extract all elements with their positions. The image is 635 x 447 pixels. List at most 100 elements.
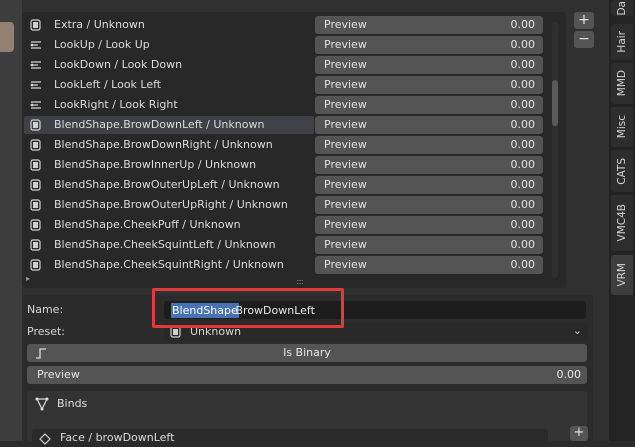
tab-label: CATS (616, 157, 628, 185)
bind-item[interactable]: Face / browDownLeft (32, 429, 548, 447)
shape-name-cell[interactable]: BlendShape.BrowInnerUp / Unknown (24, 156, 314, 174)
shape-preview-value: 0.00 (510, 138, 536, 151)
shape-preview-value: 0.00 (510, 18, 536, 31)
shape-preview-label: Preview (324, 118, 367, 131)
binds-section: Binds Face / browDownLeft + (27, 391, 588, 447)
shape-label: BlendShape.CheekSquintLeft / Unknown (54, 238, 276, 251)
tab-label: Misc (616, 115, 628, 139)
shape-preview-slider[interactable]: Preview 0.00 (315, 216, 543, 234)
shape-preview-slider[interactable]: Preview 0.00 (315, 136, 543, 154)
shape-name-cell[interactable]: BlendShape.BrowOuterUpLeft / Unknown (24, 176, 314, 194)
shape-preview-label: Preview (324, 178, 367, 191)
expand-arrow-icon[interactable]: ▸ (26, 274, 30, 283)
shape-list-row[interactable]: BlendShape.BrowDownLeft / Unknown Preview… (22, 115, 566, 135)
shape-preview-value: 0.00 (510, 218, 536, 231)
shape-name-cell[interactable]: BlendShape.BrowDownLeft / Unknown (24, 116, 314, 134)
shape-name-cell[interactable]: BlendShape.BrowOuterUpRight / Unknown (24, 196, 314, 214)
shape-list-row[interactable]: BlendShape.CheekSquintLeft / Unknown Prev… (22, 235, 566, 255)
shape-name-cell[interactable]: BlendShape.CheekSquintRight / Unknown (24, 256, 314, 274)
shape-label: BlendShape.BrowOuterUpLeft / Unknown (54, 178, 280, 191)
shape-name-cell[interactable]: BlendShape.BrowDownRight / Unknown (24, 136, 314, 154)
shape-name-cell[interactable]: LookDown / Look Down (24, 56, 314, 74)
shape-preview-label: Preview (324, 38, 367, 51)
preset-value: Unknown (190, 325, 242, 338)
shape-list-row[interactable]: BlendShape.BrowOuterUpRight / Unknown Pre… (22, 195, 566, 215)
shape-list-row[interactable]: BlendShape.BrowDownRight / Unknown Previe… (22, 135, 566, 155)
shape-label: LookDown / Look Down (54, 58, 183, 71)
name-field[interactable]: BlendShape .BrowDownLeft (164, 301, 586, 319)
shape-list-row[interactable]: LookRight / Look Right Preview 0.00 (22, 95, 566, 115)
preview-slider-value: 0.00 (556, 368, 582, 381)
preview-slider-label: Preview (37, 368, 80, 381)
name-label: Name: (27, 303, 64, 316)
tab-label: MMD (616, 70, 628, 97)
shape-preview-slider[interactable]: Preview 0.00 (315, 116, 543, 134)
shape-preview-slider[interactable]: Preview 0.00 (315, 16, 543, 34)
tab-vmc4b[interactable]: VMC4B (611, 195, 633, 251)
shape-preview-slider[interactable]: Preview 0.00 (315, 256, 543, 274)
tab-label: Hair (616, 31, 628, 53)
viewport-object-fragment (0, 22, 14, 52)
shape-preview-slider[interactable]: Preview 0.00 (315, 96, 543, 114)
shape-preview-label: Preview (324, 158, 367, 171)
shape-preview-slider[interactable]: Preview 0.00 (315, 176, 543, 194)
blendshape-list[interactable]: ▸ :::: Extra / Unknown Preview 0.00 LookUp … (22, 12, 566, 288)
list-resize-grip[interactable]: :::: (296, 277, 308, 286)
shape-preview-slider[interactable]: Preview 0.00 (315, 76, 543, 94)
shape-name-cell[interactable]: BlendShape.CheekSquintLeft / Unknown (24, 236, 314, 254)
shape-list-row[interactable]: Extra / Unknown Preview 0.00 (22, 15, 566, 35)
shape-preview-value: 0.00 (510, 258, 536, 271)
shape-preview-slider[interactable]: Preview 0.00 (315, 196, 543, 214)
tab-hair[interactable]: Hair (611, 24, 633, 60)
shape-name-cell[interactable]: LookUp / Look Up (24, 36, 314, 54)
shape-label: BlendShape.BrowDownLeft / Unknown (54, 118, 265, 131)
shape-preview-label: Preview (324, 98, 367, 111)
shape-preview-slider[interactable]: Preview 0.00 (315, 236, 543, 254)
shape-preview-label: Preview (324, 238, 367, 251)
3d-viewport-edge[interactable] (0, 0, 22, 441)
tab-cats[interactable]: CATS (611, 150, 633, 192)
shape-list-row[interactable]: LookUp / Look Up Preview 0.00 (22, 35, 566, 55)
shape-preview-value: 0.00 (510, 178, 536, 191)
tab-misc[interactable]: Misc (611, 107, 633, 147)
remove-shape-button[interactable]: − (574, 31, 594, 48)
is-binary-label: Is Binary (283, 346, 331, 359)
shape-name-cell[interactable]: BlendShape.CheekPuff / Unknown (24, 216, 314, 234)
shape-label: BlendShape.BrowDownRight / Unknown (54, 138, 273, 151)
shape-preview-slider[interactable]: Preview 0.00 (315, 56, 543, 74)
shape-preview-label: Preview (324, 218, 367, 231)
add-bind-button[interactable]: + (570, 426, 588, 441)
shape-name-cell[interactable]: LookRight / Look Right (24, 96, 314, 114)
shape-preview-value: 0.00 (510, 238, 536, 251)
shape-list-row[interactable]: BlendShape.BrowOuterUpLeft / Unknown Prev… (22, 175, 566, 195)
shape-preview-value: 0.00 (510, 58, 536, 71)
shape-preview-slider[interactable]: Preview 0.00 (315, 156, 543, 174)
shape-label: LookLeft / Look Left (54, 78, 162, 91)
sidebar-tabs: Da Hair MMD Misc CATS VMC4B VRM (609, 0, 635, 441)
add-shape-button[interactable]: + (574, 12, 594, 29)
shape-list-row[interactable]: LookLeft / Look Left Preview 0.00 (22, 75, 566, 95)
shape-list-row[interactable]: BlendShape.CheekSquintRight / Unknown Pre… (22, 255, 566, 275)
shape-label: BlendShape.BrowInnerUp / Unknown (54, 158, 257, 171)
shape-label: LookUp / Look Up (54, 38, 150, 51)
shape-preview-label: Preview (324, 58, 367, 71)
preview-slider[interactable]: Preview 0.00 (27, 366, 587, 384)
tab-vrm[interactable]: VRM (611, 255, 633, 295)
is-binary-toggle[interactable]: Is Binary (27, 344, 587, 362)
shape-preview-slider[interactable]: Preview 0.00 (315, 36, 543, 54)
shape-list-row[interactable]: BlendShape.BrowInnerUp / Unknown Preview 0… (22, 155, 566, 175)
shape-name-cell[interactable]: Extra / Unknown (24, 16, 314, 34)
shape-list-row[interactable]: BlendShape.CheekPuff / Unknown Preview 0.0… (22, 215, 566, 235)
shape-preview-value: 0.00 (510, 78, 536, 91)
shape-label: BlendShape.CheekPuff / Unknown (54, 218, 241, 231)
shape-list-row[interactable]: LookDown / Look Down Preview 0.00 (22, 55, 566, 75)
binds-icon (35, 397, 49, 411)
shape-preview-value: 0.00 (510, 98, 536, 111)
mesh-icon (39, 433, 51, 445)
preset-dropdown[interactable]: Unknown ⌄ (164, 323, 588, 341)
tab-mmd[interactable]: MMD (611, 63, 633, 104)
shape-name-cell[interactable]: LookLeft / Look Left (24, 76, 314, 94)
shape-preview-value: 0.00 (510, 38, 536, 51)
shapekey-icon (170, 326, 181, 338)
tab-da[interactable]: Da (611, 0, 633, 16)
